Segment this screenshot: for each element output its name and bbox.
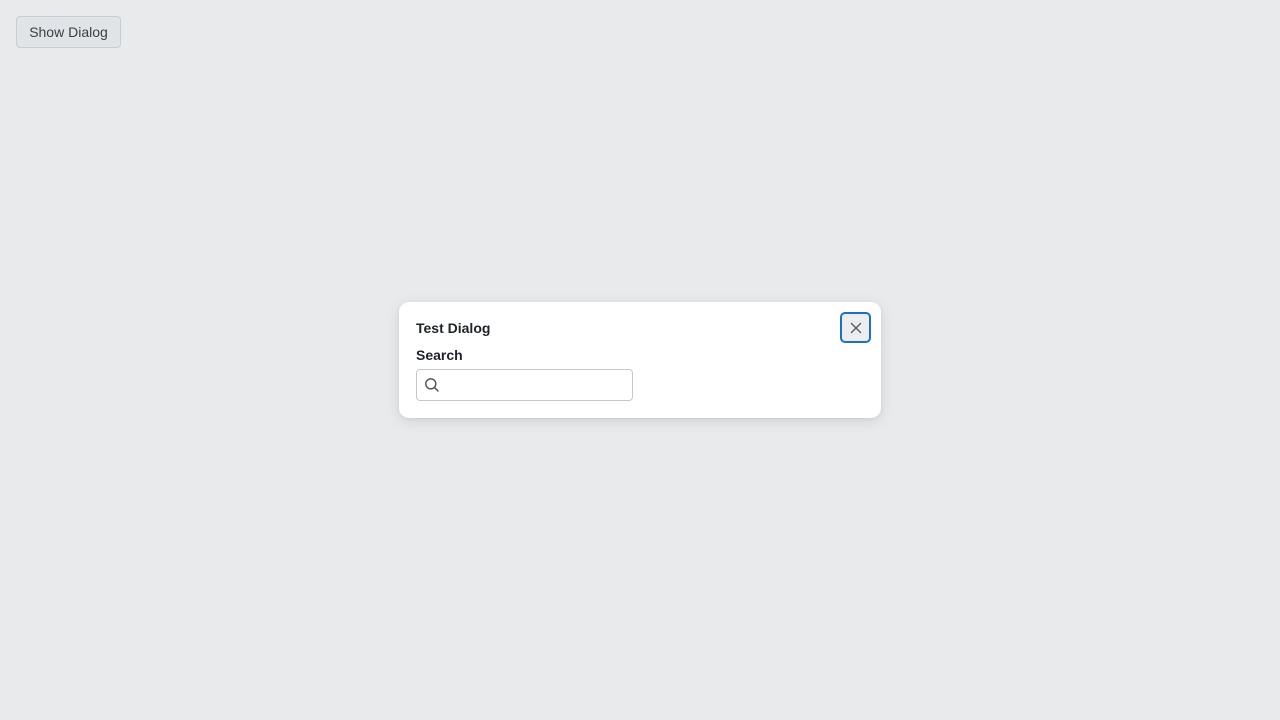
close-button[interactable] bbox=[840, 312, 871, 343]
close-icon bbox=[850, 322, 861, 333]
show-dialog-button[interactable]: Show Dialog bbox=[16, 16, 121, 48]
search-icon bbox=[425, 378, 439, 392]
search-field[interactable] bbox=[416, 369, 633, 401]
search-label: Search bbox=[416, 347, 463, 363]
search-input[interactable] bbox=[447, 370, 630, 400]
dialog-title: Test Dialog bbox=[416, 320, 491, 336]
dialog: Test Dialog Search bbox=[399, 302, 881, 418]
